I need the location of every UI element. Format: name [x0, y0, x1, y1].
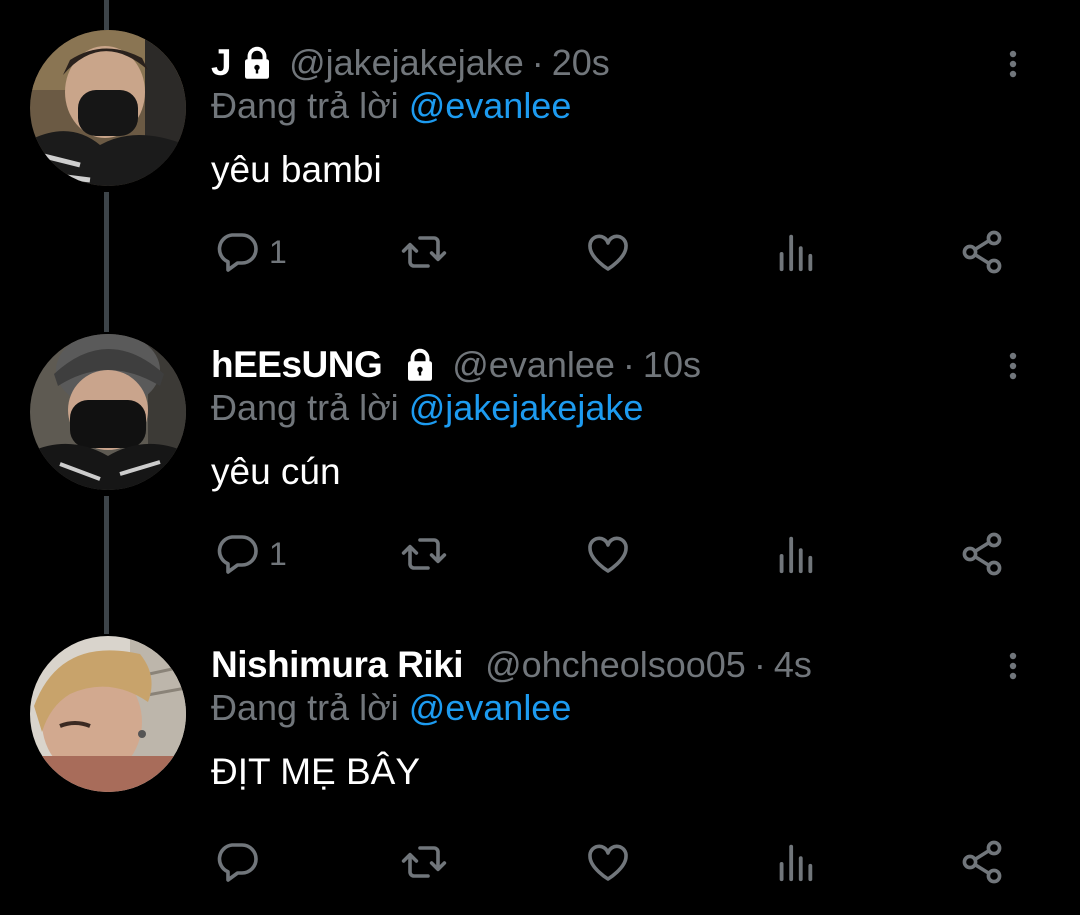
views-icon [772, 530, 818, 578]
tweet[interactable]: Nishimura Riki @ohcheolsoo05 · 4s Đang t… [0, 636, 1080, 900]
reply-button[interactable]: 1 [213, 530, 287, 578]
user-handle[interactable]: @ohcheolsoo05 [485, 640, 746, 690]
user-handle[interactable]: @evanlee [452, 340, 615, 390]
timestamp[interactable]: 20s [552, 38, 610, 88]
tweet-text: ĐỊT MẸ BÂY [211, 751, 421, 792]
lock-icon [239, 45, 275, 81]
views-button[interactable] [772, 228, 818, 276]
tweet-header: hEEsUNG @evanlee · 10s [211, 340, 701, 390]
avatar[interactable] [30, 30, 186, 186]
tweet-actions: 1 [0, 530, 1080, 578]
replying-to-label: Đang trả lời [211, 387, 399, 428]
avatar-photo [30, 334, 186, 490]
share-button[interactable] [958, 530, 1006, 578]
retweet-button[interactable] [398, 228, 450, 276]
share-icon [958, 228, 1006, 276]
retweet-icon [398, 838, 450, 886]
like-icon [583, 530, 633, 578]
avatar-photo [30, 30, 186, 186]
replying-to-label: Đang trả lời [211, 85, 399, 126]
display-name[interactable]: Nishimura Riki [211, 640, 464, 690]
tweet[interactable]: J @jakejakejake · 20s Đang trả lời @evan… [0, 30, 1080, 288]
like-button[interactable] [583, 838, 633, 886]
reply-button[interactable] [213, 838, 261, 886]
like-button[interactable] [583, 228, 633, 276]
views-icon [772, 228, 818, 276]
retweet-icon [398, 530, 450, 578]
replying-to-handle[interactable]: @evanlee [409, 85, 572, 126]
tweet-text: yêu cún [211, 451, 341, 492]
share-icon [958, 530, 1006, 578]
retweet-icon [398, 228, 450, 276]
replying-to: Đang trả lời @jakejakejake [211, 384, 643, 432]
avatar[interactable] [30, 334, 186, 490]
lock-icon [402, 347, 438, 383]
replying-to-label: Đang trả lời [211, 687, 399, 728]
more-options-icon[interactable] [998, 44, 1028, 84]
views-button[interactable] [772, 530, 818, 578]
share-icon [958, 838, 1006, 886]
avatar[interactable] [30, 636, 186, 792]
reply-button[interactable]: 1 [213, 228, 287, 276]
tweet-text: yêu bambi [211, 149, 382, 190]
tweet[interactable]: hEEsUNG @evanlee · 10s Đang trả lời @jak… [0, 334, 1080, 590]
reply-icon [213, 838, 261, 886]
timestamp[interactable]: 10s [643, 340, 701, 390]
tweet-header: J @jakejakejake · 20s [211, 38, 610, 88]
separator-dot: · [753, 644, 766, 685]
more-options-icon[interactable] [998, 646, 1028, 686]
replying-to-handle[interactable]: @jakejakejake [409, 387, 644, 428]
reply-count: 1 [269, 233, 287, 270]
display-name[interactable]: hEEsUNG [211, 340, 383, 390]
replying-to: Đang trả lời @evanlee [211, 684, 571, 732]
replying-to: Đang trả lời @evanlee [211, 82, 571, 130]
more-options-icon[interactable] [998, 346, 1028, 386]
reply-icon [213, 530, 261, 578]
avatar-photo [30, 636, 186, 792]
tweet-header: Nishimura Riki @ohcheolsoo05 · 4s [211, 640, 812, 690]
thread-line [104, 0, 109, 30]
tweet-actions [0, 838, 1080, 886]
separator-dot: · [531, 42, 544, 83]
reply-icon [213, 228, 261, 276]
views-icon [772, 838, 818, 886]
separator-dot: · [622, 344, 635, 385]
display-name[interactable]: J [211, 38, 232, 88]
timestamp[interactable]: 4s [774, 640, 812, 690]
retweet-button[interactable] [398, 838, 450, 886]
like-icon [583, 838, 633, 886]
share-button[interactable] [958, 228, 1006, 276]
reply-count: 1 [269, 535, 287, 572]
like-button[interactable] [583, 530, 633, 578]
like-icon [583, 228, 633, 276]
share-button[interactable] [958, 838, 1006, 886]
views-button[interactable] [772, 838, 818, 886]
tweet-actions: 1 [0, 228, 1080, 276]
user-handle[interactable]: @jakejakejake [289, 38, 524, 88]
retweet-button[interactable] [398, 530, 450, 578]
replying-to-handle[interactable]: @evanlee [409, 687, 572, 728]
